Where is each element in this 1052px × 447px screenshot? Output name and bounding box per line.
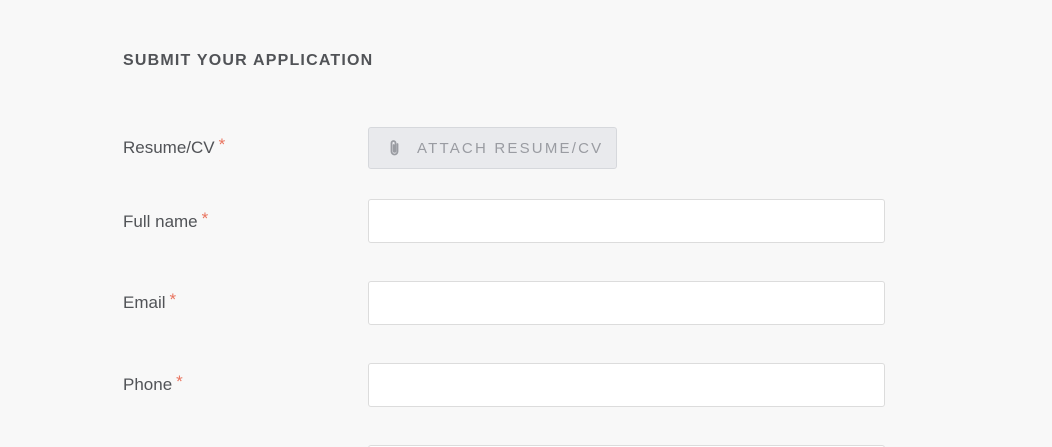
required-marker: * xyxy=(218,135,226,154)
required-marker: * xyxy=(176,372,183,391)
email-label-text: Email xyxy=(123,293,166,312)
section-title: SUBMIT YOUR APPLICATION xyxy=(123,52,374,69)
attach-resume-button[interactable]: ATTACH RESUME/CV xyxy=(368,127,617,169)
required-marker: * xyxy=(201,209,209,228)
attach-resume-label: ATTACH RESUME/CV xyxy=(417,139,604,157)
phone-input[interactable] xyxy=(368,363,885,407)
full-name-label: Full name * xyxy=(123,209,209,232)
phone-label: Phone * xyxy=(123,372,183,395)
email-label: Email * xyxy=(123,290,177,313)
full-name-label-text: Full name xyxy=(123,212,198,231)
resume-row: Resume/CV * ATTACH RESUME/CV xyxy=(123,127,923,171)
email-row: Email * xyxy=(123,281,923,325)
application-form-page: SUBMIT YOUR APPLICATION Resume/CV * ATTAC… xyxy=(0,0,1052,447)
paperclip-icon xyxy=(387,139,403,157)
phone-label-text: Phone xyxy=(123,375,173,394)
phone-row: Phone * xyxy=(123,363,923,407)
resume-label: Resume/CV * xyxy=(123,135,226,158)
email-input[interactable] xyxy=(368,281,885,325)
resume-label-text: Resume/CV xyxy=(123,138,215,157)
required-marker: * xyxy=(169,290,177,309)
full-name-input[interactable] xyxy=(368,199,885,243)
full-name-row: Full name * xyxy=(123,199,923,243)
